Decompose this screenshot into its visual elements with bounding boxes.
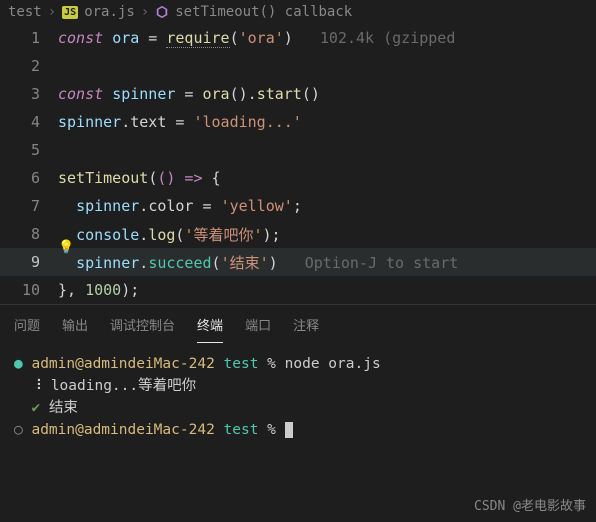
line-number: 6 xyxy=(0,169,58,187)
terminal-output: loading...等着吧你 xyxy=(51,378,196,394)
line-number: 7 xyxy=(0,197,58,215)
js-file-icon: JS xyxy=(62,6,78,19)
line-number: 2 xyxy=(0,57,58,75)
terminal[interactable]: ● admin@admindeiMac-242 test % node ora.… xyxy=(0,343,596,451)
line-number: 1 xyxy=(0,29,58,47)
keyboard-hint: Option-J to start xyxy=(305,254,459,272)
chevron-right-icon: › xyxy=(48,4,56,20)
breadcrumb-file[interactable]: ora.js xyxy=(84,4,135,20)
check-icon: ✔ xyxy=(31,400,48,416)
tab-terminal[interactable]: 终端 xyxy=(197,315,223,343)
terminal-command: node ora.js xyxy=(285,356,381,372)
breadcrumb-folder[interactable]: test xyxy=(8,4,42,20)
line-number: 10 xyxy=(0,281,58,299)
tab-output[interactable]: 输出 xyxy=(62,315,88,343)
code-editor[interactable]: 1 const ora = require('ora') 102.4k (gzi… xyxy=(0,24,596,304)
tab-debug-console[interactable]: 调试控制台 xyxy=(110,315,175,343)
line-number: 3 xyxy=(0,85,58,103)
breadcrumb: test › JS ora.js › setTimeout() callback xyxy=(0,0,596,24)
tab-comments[interactable]: 注释 xyxy=(293,315,319,343)
terminal-output: 结束 xyxy=(49,400,78,416)
line-number: 4 xyxy=(0,113,58,131)
circle-icon: ○ xyxy=(14,422,31,438)
line-number: 5 xyxy=(0,141,58,159)
terminal-cursor xyxy=(285,422,293,438)
chevron-right-icon: › xyxy=(141,4,149,20)
line-number: 8 xyxy=(0,225,58,243)
package-size-hint: 102.4k (gzipped xyxy=(320,29,455,47)
tab-ports[interactable]: 端口 xyxy=(245,315,271,343)
tab-problems[interactable]: 问题 xyxy=(14,315,40,343)
bullet-icon: ● xyxy=(14,356,31,372)
panel-tabs: 问题 输出 调试控制台 终端 端口 注释 xyxy=(0,304,596,343)
watermark: CSDN @老电影故事 xyxy=(474,495,586,514)
symbol-method-icon xyxy=(155,5,169,19)
line-number: 9 xyxy=(0,253,58,271)
breadcrumb-symbol[interactable]: setTimeout() callback xyxy=(175,4,352,20)
spinner-icon: ⠸ xyxy=(31,378,50,394)
